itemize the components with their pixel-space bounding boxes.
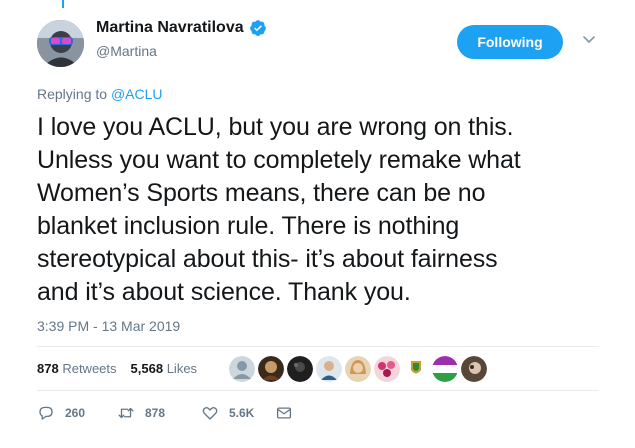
dark-avatar-icon[interactable] <box>287 356 313 382</box>
tweet-text: I love you ACLU, but you are wrong on th… <box>37 113 521 306</box>
heart-icon <box>202 406 218 420</box>
retweet-icon <box>118 407 134 419</box>
blonde-avatar-icon[interactable] <box>345 356 371 382</box>
following-button[interactable]: Following <box>457 25 563 59</box>
author-display-name[interactable]: Martina Navratilova <box>96 19 244 37</box>
like-button[interactable]: 5.6K <box>201 404 275 422</box>
photo-avatar-icon[interactable] <box>461 356 487 382</box>
retweets-label: Retweets <box>62 361 117 376</box>
divider-top <box>37 346 599 347</box>
retweet-count: 878 <box>145 406 166 420</box>
divider-bottom <box>37 390 599 391</box>
reply-context: Replying to @ACLU <box>37 86 163 102</box>
tweet-stats: 878 Retweets 5,568 Likes <box>37 361 211 376</box>
likes-stat[interactable]: 5,568 Likes <box>131 361 198 376</box>
retweet-button[interactable]: 878 <box>117 404 201 422</box>
reply-button[interactable]: 260 <box>37 404 117 422</box>
envelope-icon <box>276 407 292 419</box>
author-avatar[interactable] <box>37 20 84 67</box>
emblem-avatar-icon[interactable] <box>403 356 429 382</box>
reply-icon <box>39 406 53 420</box>
reply-target-link[interactable]: @ACLU <box>111 86 163 102</box>
reply-context-prefix: Replying to <box>37 86 111 102</box>
person-avatar-icon[interactable] <box>316 356 342 382</box>
portrait-avatar-icon[interactable] <box>258 356 284 382</box>
user-avatar-icon <box>37 20 84 67</box>
tweet-timestamp[interactable]: 3:39 PM - 13 Mar 2019 <box>37 318 180 334</box>
thread-connector-line <box>62 0 64 8</box>
like-count: 5.6K <box>229 406 255 420</box>
liker-avatars <box>229 356 490 382</box>
tweet-actions: 260 878 5.6K <box>37 404 303 422</box>
reply-count: 260 <box>65 406 86 420</box>
retweets-stat[interactable]: 878 Retweets <box>37 361 117 376</box>
flag-avatar-icon[interactable] <box>432 356 458 382</box>
direct-message-button[interactable] <box>275 404 303 422</box>
default-avatar-icon[interactable] <box>229 356 255 382</box>
author-handle[interactable]: @Martina <box>96 43 157 59</box>
chevron-down-icon[interactable] <box>582 32 596 46</box>
retweets-count: 878 <box>37 361 59 376</box>
verified-badge-icon <box>249 20 266 36</box>
likes-label: Likes <box>166 361 198 376</box>
likes-count: 5,568 <box>130 361 164 376</box>
flowers-avatar-icon[interactable] <box>374 356 400 382</box>
